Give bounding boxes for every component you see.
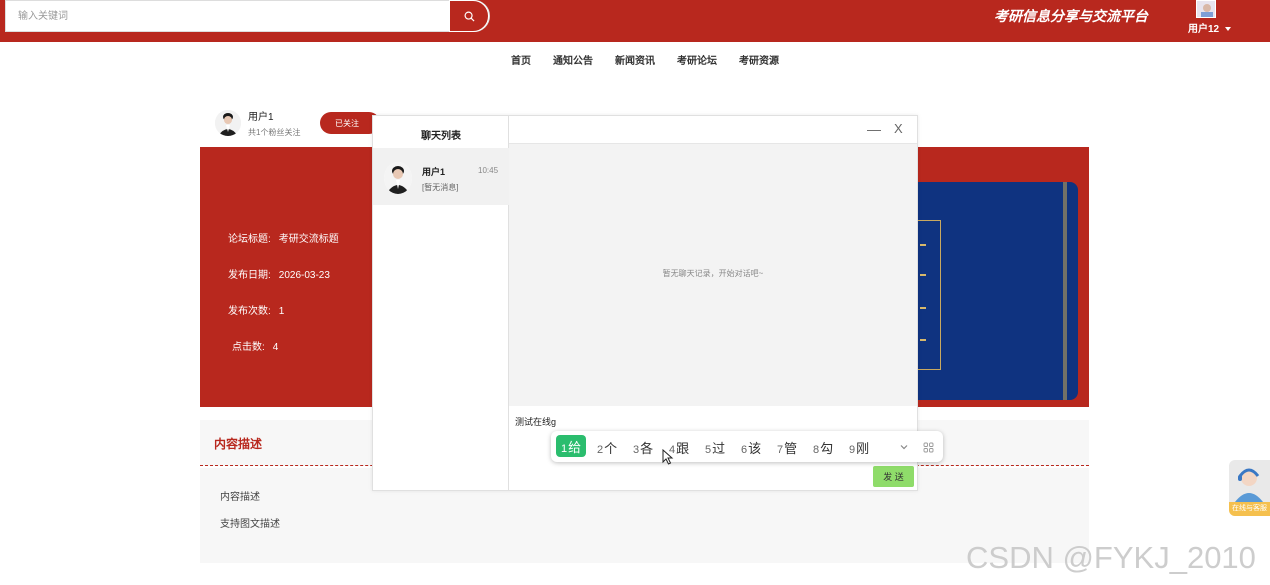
send-button[interactable]: 发 送 (873, 466, 914, 487)
main-nav: 首页 通知公告 新闻资讯 考研论坛 考研资源 (0, 52, 1270, 70)
detail-label: 论坛标题: (228, 234, 271, 245)
detail-value: 考研交流标题 (278, 234, 339, 245)
detail-value: 2026-03-23 (278, 270, 330, 281)
search-bar (5, 0, 490, 32)
service-avatar-icon (1235, 468, 1263, 502)
cover-image (908, 182, 1078, 400)
contact-time: 10:45 (478, 166, 499, 175)
chat-titlebar: — X (509, 116, 917, 144)
close-button[interactable]: X (894, 121, 903, 136)
user-avatar (1196, 0, 1216, 18)
cover-ornament (920, 244, 926, 246)
search-icon (464, 11, 475, 22)
ime-grid-icon[interactable] (923, 440, 934, 458)
follow-button[interactable]: 已关注 (320, 112, 380, 134)
description-line: 内容描述 (220, 492, 260, 503)
ime-candidate[interactable]: 8勾 (813, 438, 833, 457)
ime-candidate[interactable]: 2个 (597, 438, 617, 457)
search-button[interactable] (449, 0, 489, 32)
detail-value: 4 (272, 342, 279, 353)
detail-row-title: 论坛标题: 考研交流标题 (228, 230, 339, 245)
nav-item-forum[interactable]: 考研论坛 (677, 52, 717, 70)
message-input[interactable] (515, 412, 905, 430)
detail-row-count: 发布次数: 1 (228, 302, 284, 317)
ime-candidate[interactable]: 6该 (741, 438, 761, 457)
online-service-label: 在线与客服 (1229, 502, 1270, 516)
cover-ornament (920, 274, 926, 276)
ime-candidate[interactable]: 7管 (777, 438, 797, 457)
minimize-button[interactable]: — (867, 121, 881, 137)
search-input[interactable] (6, 1, 451, 31)
mouse-cursor-icon (662, 449, 674, 465)
top-header: 考研信息分享与交流平台 用户12 (0, 0, 1270, 42)
contact-name: 用户1 (422, 167, 446, 177)
user-name-label: 用户12 (1188, 24, 1220, 35)
ime-candidate[interactable]: 9刚 (849, 438, 869, 457)
nav-item-home[interactable]: 首页 (511, 52, 531, 70)
ime-candidate[interactable]: 3各 (633, 438, 653, 457)
site-title: 考研信息分享与交流平台 (994, 8, 1148, 24)
chat-list: 聊天列表 用户1 10:45 [暂无消息] (373, 116, 509, 490)
contact-last-message: [暂无消息] (422, 183, 459, 192)
detail-label: 点击数: (232, 342, 265, 353)
cover-ornament (920, 339, 926, 341)
chevron-down-icon[interactable] (899, 439, 909, 457)
cover-ornament (920, 307, 926, 309)
watermark: CSDN @FYKJ_2010 (966, 540, 1256, 575)
chat-history: 暂无聊天记录，开始对话吧~ (509, 144, 917, 406)
detail-row-clicks: 点击数: 4 (232, 338, 278, 353)
nav-item-resources[interactable]: 考研资源 (739, 52, 779, 70)
author-fans-count: 共1个粉丝关注 (248, 128, 301, 137)
ime-candidate[interactable]: 1给 (556, 435, 587, 457)
cover-spine (1063, 182, 1067, 400)
detail-label: 发布日期: (228, 270, 271, 281)
author-avatar[interactable] (215, 110, 241, 136)
chevron-down-icon (1225, 27, 1232, 32)
detail-label: 发布次数: (228, 306, 271, 317)
author-name: 用户1 (248, 112, 274, 123)
nav-item-news[interactable]: 新闻资讯 (615, 52, 655, 70)
ime-candidate-bar: 1给 2个 3各 4跟 5过 6该 7管 8勾 9刚 (551, 431, 943, 462)
nav-item-notices[interactable]: 通知公告 (553, 52, 593, 70)
chat-list-item[interactable]: 用户1 10:45 [暂无消息] (373, 148, 509, 205)
chat-list-title: 聊天列表 (421, 131, 461, 142)
detail-value: 1 (278, 306, 285, 317)
ime-candidate[interactable]: 5过 (705, 438, 725, 457)
online-service-widget[interactable]: 在线与客服 (1229, 460, 1270, 516)
empty-chat-hint: 暂无聊天记录，开始对话吧~ (662, 269, 764, 278)
description-title: 内容描述 (214, 437, 263, 451)
description-line: 支持图文描述 (220, 519, 280, 530)
contact-avatar (384, 162, 412, 194)
detail-row-date: 发布日期: 2026-03-23 (228, 266, 330, 281)
